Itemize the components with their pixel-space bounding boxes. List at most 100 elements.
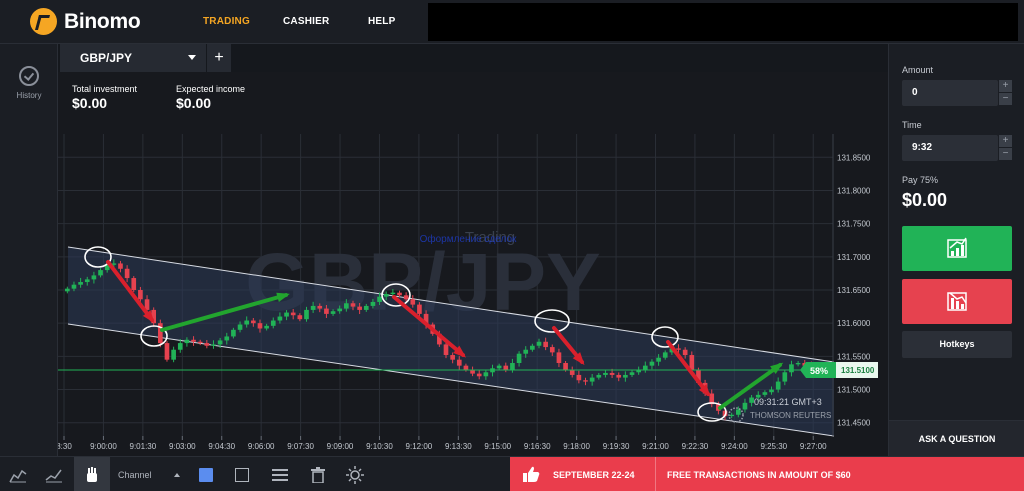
candle-body bbox=[270, 320, 276, 326]
candle-body bbox=[649, 361, 655, 366]
candle-body bbox=[290, 312, 296, 316]
candle-body bbox=[576, 374, 582, 381]
time-input[interactable]: 9:32 bbox=[902, 135, 998, 161]
candle-body bbox=[171, 349, 176, 360]
candle-body bbox=[549, 347, 555, 353]
delete-drawing-button[interactable] bbox=[300, 457, 336, 491]
candle-body bbox=[304, 309, 309, 320]
chevron-down-icon bbox=[188, 55, 196, 60]
call-up-button[interactable] bbox=[902, 226, 1012, 271]
candle-body bbox=[344, 303, 349, 309]
promo-date: SEPTEMBER 22-24 bbox=[553, 470, 635, 480]
candle-body bbox=[510, 363, 515, 370]
logo[interactable]: Binomo bbox=[30, 8, 141, 35]
candle-body bbox=[184, 339, 190, 344]
history-label: History bbox=[16, 91, 42, 100]
candle-body bbox=[775, 381, 781, 390]
candle-body bbox=[417, 304, 422, 314]
amount-increase-button[interactable]: + bbox=[999, 80, 1012, 92]
x-tick-label: 9:09:00 bbox=[327, 442, 354, 451]
candle-body bbox=[370, 301, 376, 306]
candle-body bbox=[656, 357, 661, 362]
candle-body bbox=[164, 343, 170, 360]
candle-body bbox=[476, 373, 482, 377]
amount-label: Amount bbox=[902, 65, 934, 75]
time-increase-button[interactable]: + bbox=[999, 135, 1012, 147]
candle-body bbox=[583, 380, 588, 382]
time-label: Time bbox=[902, 120, 922, 130]
candle-body bbox=[257, 323, 263, 329]
trash-icon bbox=[311, 466, 325, 483]
data-provider: THOMSON REUTERS bbox=[750, 411, 831, 420]
drawing-tool-select[interactable]: Channel bbox=[118, 470, 152, 480]
promo-divider bbox=[655, 457, 656, 491]
drawing-tools-button[interactable] bbox=[74, 457, 110, 491]
sun-icon bbox=[346, 465, 364, 484]
candle-body bbox=[397, 292, 402, 296]
candle-body bbox=[118, 263, 123, 269]
chart-type-line-button[interactable] bbox=[36, 457, 72, 491]
x-tick-label: 9:18:00 bbox=[563, 442, 590, 451]
asset-tab-gbpjpy[interactable]: GBP/JPY bbox=[60, 44, 206, 72]
candle-body bbox=[224, 336, 230, 341]
overlay-subtitle: Оформление сделок bbox=[420, 233, 517, 245]
candle-body bbox=[589, 377, 595, 382]
x-axis: 8:30 9:00:00 9:01:30 9:03:00 9:04:30 9:06:00 9… bbox=[58, 436, 827, 451]
candle-body bbox=[782, 372, 788, 382]
candle-body bbox=[729, 414, 734, 417]
candle-body bbox=[78, 282, 83, 285]
chevron-up-icon bbox=[174, 473, 180, 477]
x-tick-label: 9:00:00 bbox=[90, 442, 117, 451]
candle-body bbox=[138, 290, 143, 300]
promo-banner[interactable]: SEPTEMBER 22-24 FREE TRANSACTIONS IN AMO… bbox=[510, 457, 1024, 491]
chart-up-icon bbox=[947, 237, 967, 258]
chart-down-icon bbox=[947, 292, 967, 311]
candle-body bbox=[603, 372, 608, 375]
border-style-button[interactable] bbox=[224, 457, 260, 491]
candle-body bbox=[317, 305, 323, 309]
price-chart[interactable]: GBP/JPY Trading Оформление сделок 131.85… bbox=[58, 72, 888, 456]
candle-body bbox=[616, 374, 622, 378]
time-decrease-button[interactable]: − bbox=[999, 148, 1012, 160]
amount-decrease-button[interactable]: − bbox=[999, 93, 1012, 105]
x-tick-label: 9:03:00 bbox=[169, 442, 196, 451]
nav-trading[interactable]: TRADING bbox=[203, 16, 250, 27]
candle-body bbox=[410, 299, 416, 305]
candle-body bbox=[197, 341, 203, 344]
chart-type-area-button[interactable] bbox=[0, 457, 36, 491]
line-width-button[interactable] bbox=[262, 457, 298, 491]
candle-body bbox=[350, 303, 356, 307]
add-asset-button[interactable]: + bbox=[207, 44, 231, 72]
candle-body bbox=[556, 352, 562, 363]
candle-body bbox=[231, 329, 236, 337]
candle-body bbox=[403, 295, 409, 300]
nav-cashier[interactable]: CASHIER bbox=[283, 16, 329, 27]
nav-help[interactable]: HELP bbox=[368, 16, 395, 27]
amount-input[interactable]: 0 bbox=[902, 80, 998, 106]
candle-body bbox=[563, 363, 568, 370]
theme-toggle-button[interactable] bbox=[337, 457, 373, 491]
sentiment-badge: 58% bbox=[800, 362, 836, 378]
ad-banner bbox=[428, 3, 1018, 41]
hotkeys-button[interactable]: Hotkeys bbox=[902, 331, 1012, 358]
x-tick-label: 8:30 bbox=[58, 442, 72, 451]
binomo-logo-icon bbox=[30, 8, 57, 35]
candle-body bbox=[769, 389, 774, 393]
fill-color-button[interactable] bbox=[188, 457, 224, 491]
candle-body bbox=[623, 374, 628, 378]
candle-body bbox=[483, 372, 489, 377]
candle-body bbox=[523, 349, 529, 354]
x-tick-label: 9:25:30 bbox=[760, 442, 787, 451]
candle-body bbox=[217, 340, 223, 345]
candle-body bbox=[324, 308, 329, 314]
put-down-button[interactable] bbox=[902, 279, 1012, 324]
candle-body bbox=[277, 316, 283, 321]
x-tick-label: 9:10:30 bbox=[366, 442, 393, 451]
y-tick-label: 131.6000 bbox=[837, 319, 871, 328]
candle-body bbox=[251, 320, 256, 324]
ask-question-button[interactable]: ASK A QUESTION bbox=[889, 420, 1024, 456]
history-icon bbox=[19, 66, 39, 86]
candle-body bbox=[98, 270, 103, 276]
candle-body bbox=[463, 365, 469, 370]
candle-body bbox=[682, 349, 688, 356]
